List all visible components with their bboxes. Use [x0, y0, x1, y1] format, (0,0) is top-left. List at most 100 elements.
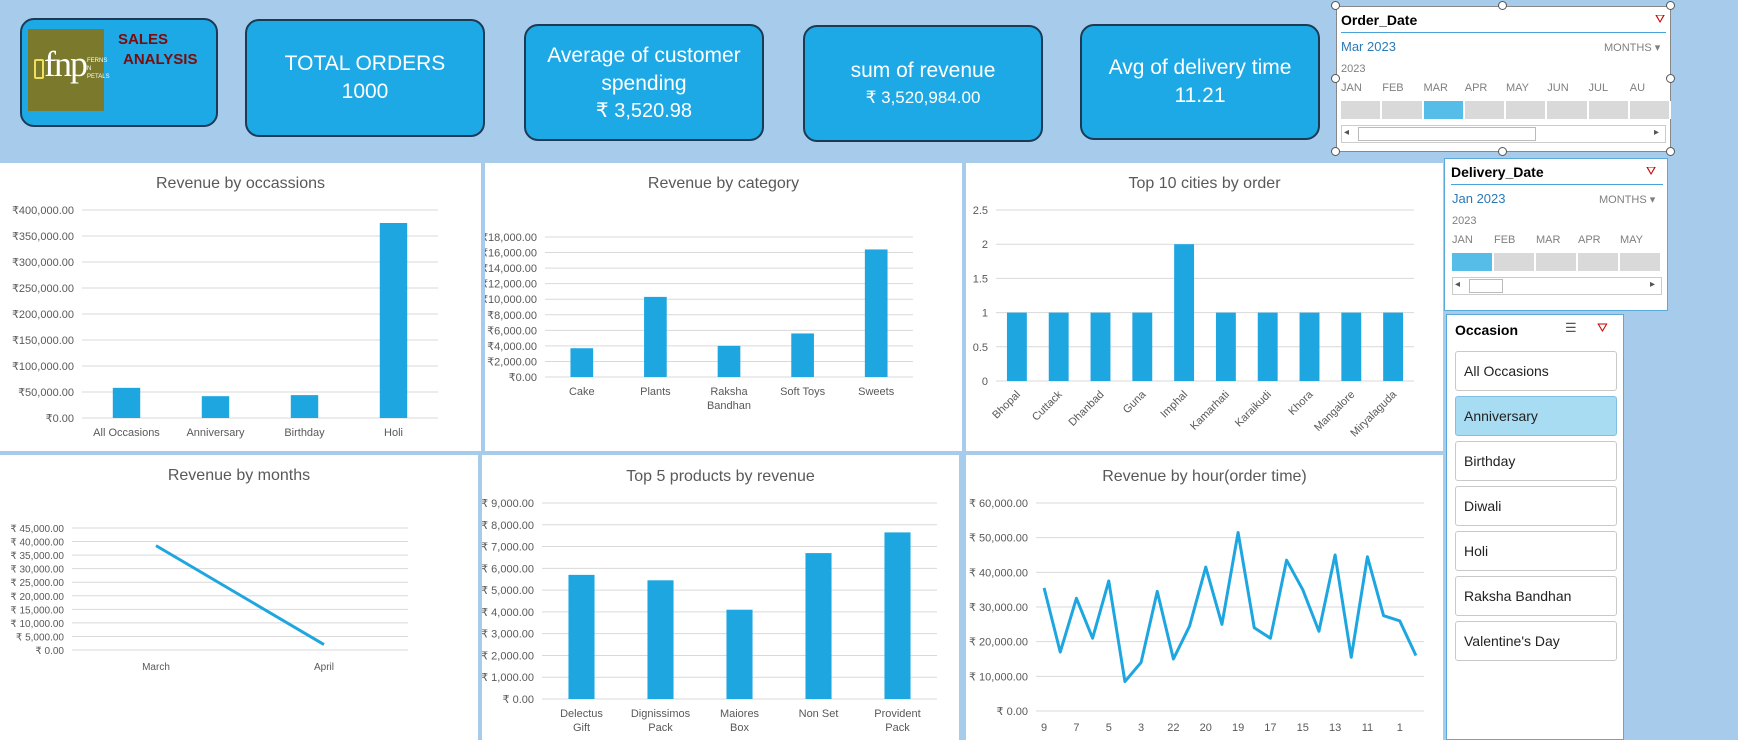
occasion-item[interactable]: Valentine's Day [1455, 621, 1617, 661]
x-tick-label: Mangalore [1312, 389, 1357, 434]
x-tick-label: April [314, 662, 334, 673]
slicer-title: Order_Date [1341, 12, 1418, 28]
timeline-scrollbar[interactable]: ◂ ▸ [1341, 125, 1666, 143]
month-bar[interactable] [1423, 101, 1465, 119]
kpi-value: ₹ 3,520.98 [595, 99, 693, 122]
bar [1257, 312, 1278, 381]
clear-filter-icon[interactable]: ⛛ [1646, 164, 1656, 179]
month-bar[interactable] [1629, 101, 1671, 119]
clear-filter-icon[interactable]: ⛛ [1597, 320, 1608, 336]
revenue-by-category-chart: ₹0.00 ₹2,000.00 ₹4,000.00 ₹6,000.00 ₹8,000.0… [485, 232, 913, 412]
month-label: APR [1464, 82, 1488, 94]
scroll-right-icon[interactable]: ▸ [1650, 279, 1655, 290]
occasion-slicer[interactable]: Occasion ☰ ⛛ All Occasions Anniversary Bir… [1446, 314, 1624, 740]
order-date-slicer[interactable]: Order_Date ⛛ Mar 2023 MONTHS ▾ 2023 JAN F… [1336, 6, 1671, 152]
occasion-item[interactable]: Raksha Bandhan [1455, 576, 1617, 616]
chart-panel-products: Top 5 products by revenue ₹ 0.00 ₹ 1,000.… [482, 455, 959, 740]
title-line-2: ANALYSIS [123, 51, 198, 68]
y-tick-label: ₹2,000.00 [487, 356, 537, 368]
month-bar[interactable] [1547, 101, 1589, 119]
month-bar[interactable] [1588, 101, 1630, 119]
month-bar[interactable] [1506, 101, 1548, 119]
x-tick-label: Soft Toys [780, 386, 826, 398]
resize-handle[interactable] [1331, 74, 1340, 83]
time-level-dropdown[interactable]: MONTHS ▾ [1604, 41, 1660, 54]
bar [1048, 312, 1069, 381]
y-tick-label: 0.5 [973, 342, 988, 354]
bar [647, 580, 674, 699]
logo-card: fnp FERNS N PETALS SALES ANALYSIS [20, 18, 218, 127]
month-bar[interactable] [1578, 253, 1620, 271]
x-tick-label: Non Set [799, 708, 839, 720]
month-bar[interactable] [1382, 101, 1424, 119]
bar [884, 532, 911, 699]
month-bar[interactable] [1464, 101, 1506, 119]
kpi-avg-spending: Average of customer spending ₹ 3,520.98 [524, 24, 764, 141]
y-tick-label: ₹300,000.00 [12, 257, 74, 269]
x-tick-label: 19 [1232, 722, 1244, 734]
month-label: JAN [1341, 82, 1362, 94]
x-tick-label: Imphal [1158, 389, 1190, 421]
delivery-date-slicer[interactable]: Delivery_Date ⛛ Jan 2023 MONTHS ▾ 2023 J… [1444, 158, 1668, 311]
top-products-chart: ₹ 0.00 ₹ 1,000.00 ₹ 2,000.00 ₹ 3,000.00 ₹ 4,… [482, 498, 937, 734]
time-level-dropdown[interactable]: MONTHS ▾ [1599, 193, 1655, 206]
occasion-item[interactable]: Anniversary [1455, 396, 1617, 436]
x-tick-label: 1 [1397, 722, 1403, 734]
scroll-thumb[interactable] [1358, 127, 1536, 141]
y-tick-label: ₹ 45,000.00 [10, 524, 64, 535]
kpi-total-orders: TOTAL ORDERS 1000 [245, 19, 485, 137]
y-tick-label: ₹ 40,000.00 [10, 538, 64, 549]
title-line-1: SALES [118, 31, 169, 48]
month-bar[interactable] [1452, 253, 1494, 271]
bar [570, 348, 594, 377]
y-tick-label: ₹ 35,000.00 [10, 551, 64, 562]
month-bar[interactable] [1620, 253, 1662, 271]
resize-handle[interactable] [1666, 147, 1675, 156]
y-tick-label: ₹14,000.00 [485, 263, 537, 275]
month-label: AU [1629, 82, 1646, 94]
month-bar[interactable] [1536, 253, 1578, 271]
divider [1341, 32, 1666, 33]
y-tick-label: ₹150,000.00 [12, 335, 74, 347]
scroll-thumb[interactable] [1469, 279, 1503, 293]
month-bar[interactable] [1494, 253, 1536, 271]
resize-handle[interactable] [1331, 1, 1340, 10]
bar [1215, 312, 1236, 381]
resize-handle[interactable] [1666, 74, 1675, 83]
y-tick-label: ₹ 6,000.00 [482, 563, 534, 575]
y-tick-label: 1.5 [973, 273, 988, 285]
y-tick-label: ₹200,000.00 [12, 309, 74, 321]
resize-handle[interactable] [1666, 1, 1675, 10]
y-tick-label: ₹ 2,000.00 [482, 650, 534, 662]
occasion-item[interactable]: Birthday [1455, 441, 1617, 481]
x-tick-label: Provident Pack [874, 708, 920, 734]
x-tick-label: Raksha Bandhan [707, 386, 751, 412]
y-tick-label: ₹ 5,000.00 [16, 632, 65, 643]
resize-handle[interactable] [1331, 147, 1340, 156]
x-tick-label: 22 [1167, 722, 1179, 734]
month-label: MAY [1506, 82, 1530, 94]
multi-select-icon[interactable]: ☰ [1565, 320, 1577, 336]
resize-handle[interactable] [1498, 1, 1507, 10]
resize-handle[interactable] [1498, 147, 1507, 156]
occasion-item[interactable]: Diwali [1455, 486, 1617, 526]
bar [864, 249, 888, 377]
chart-panel-hours: Revenue by hour(order time) ₹ 0.00 ₹ 10,0… [966, 455, 1443, 740]
dashboard-title: SALES ANALYSIS [118, 30, 197, 70]
chart-panel-cities: Top 10 cities by order 0 0.5 1 1.5 2 2.5 Bhopa… [966, 163, 1443, 451]
fnp-logo: fnp FERNS N PETALS [28, 29, 110, 111]
x-tick-label: Cake [569, 386, 595, 398]
y-tick-label: ₹ 20,000.00 [969, 637, 1028, 649]
scroll-left-icon[interactable]: ◂ [1455, 279, 1460, 290]
month-bar[interactable] [1341, 101, 1383, 119]
scroll-right-icon[interactable]: ▸ [1654, 127, 1659, 138]
month-label: MAR [1536, 234, 1561, 246]
occasion-item[interactable]: All Occasions [1455, 351, 1617, 391]
y-tick-label: ₹ 8,000.00 [482, 520, 534, 532]
occasion-item[interactable]: Holi [1455, 531, 1617, 571]
top-cities-chart: 0 0.5 1 1.5 2 2.5 Bhopal Cuttack Dhanbad Guna Imph… [973, 205, 1414, 439]
timeline-scrollbar[interactable]: ◂ ▸ [1452, 277, 1662, 295]
y-tick-label: 0 [982, 376, 988, 388]
clear-filter-icon[interactable]: ⛛ [1655, 12, 1665, 27]
scroll-left-icon[interactable]: ◂ [1344, 127, 1349, 138]
